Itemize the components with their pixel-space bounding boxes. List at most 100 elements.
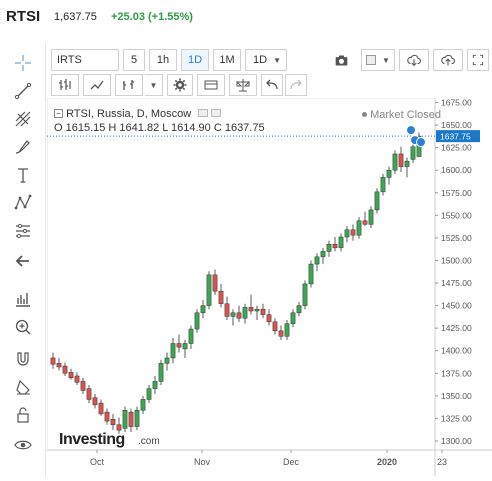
- settings-icon[interactable]: [167, 74, 193, 96]
- candle-body: [200, 305, 206, 314]
- interval-1h[interactable]: 1h: [149, 49, 177, 71]
- chart-layout-icon[interactable]: [8, 286, 38, 312]
- legend-collapse-icon[interactable]: −: [54, 109, 63, 118]
- trendline-icon[interactable]: [8, 78, 38, 104]
- legend-close-icon[interactable]: [211, 109, 222, 117]
- candle-body: [260, 308, 266, 315]
- indicator-icon[interactable]: [115, 74, 143, 96]
- candle-body: [80, 381, 86, 391]
- candle-body: [68, 372, 74, 379]
- interval-1m[interactable]: 1M: [213, 49, 241, 71]
- redo-icon[interactable]: [285, 74, 307, 96]
- chevron-down-icon: ▼: [382, 55, 390, 65]
- price-tick-label: 1375.00: [441, 368, 472, 378]
- price-tick-label: 1500.00: [441, 255, 472, 265]
- candle-body: [344, 229, 350, 238]
- price-tick-label: 1675.00: [441, 98, 472, 108]
- chart-toolbar: IRTS 5 1h 1D 1M 1D ▼ ▼: [47, 46, 492, 74]
- interval-dropdown[interactable]: 1D ▼: [245, 49, 287, 71]
- status-dot-icon: [362, 112, 367, 117]
- investing-logo: Investing: [59, 431, 125, 448]
- candle-body: [410, 146, 416, 160]
- interval-1d[interactable]: 1D: [181, 49, 209, 71]
- text-icon[interactable]: [8, 162, 38, 188]
- candle-body: [350, 229, 356, 236]
- back-arrow-icon[interactable]: [8, 248, 38, 274]
- time-tick-label: Dec: [283, 457, 300, 467]
- bar-type-icon[interactable]: [51, 74, 79, 96]
- line-type-icon[interactable]: [83, 74, 111, 96]
- price-chart[interactable]: 1675.00 1650.00 1625.00 1600.00 1575.00 1550.…: [46, 97, 492, 476]
- candle-body: [194, 312, 200, 330]
- legend-settings-icon[interactable]: [198, 109, 209, 117]
- candle-body: [146, 388, 152, 400]
- fib-icon[interactable]: [8, 106, 38, 132]
- price-tick-label: 1600.00: [441, 165, 472, 175]
- brush-icon[interactable]: [8, 134, 38, 160]
- legend-title: RTSI, Russia, D, Moscow: [66, 108, 192, 120]
- plot-frame: [46, 97, 436, 451]
- time-tick-label: 2020: [377, 457, 397, 467]
- candle-body: [302, 283, 308, 306]
- candle-body: [176, 343, 182, 348]
- symbol-title: RTSI: [6, 8, 41, 25]
- event-marker-icon: [406, 125, 416, 136]
- template-icon[interactable]: [197, 74, 225, 96]
- candle-body: [134, 410, 140, 427]
- ohlc-values: O 1615.15 H 1641.82 L 1614.90 C 1637.75: [54, 122, 265, 134]
- cloud-down-icon[interactable]: [399, 49, 429, 71]
- balance-icon[interactable]: [229, 74, 257, 96]
- candle-body: [206, 274, 212, 306]
- eye-icon[interactable]: [8, 432, 38, 458]
- zoom-icon[interactable]: [8, 314, 38, 340]
- candle-body: [386, 169, 392, 178]
- candle-body: [266, 314, 272, 323]
- symbol-input[interactable]: IRTS: [51, 49, 119, 71]
- candle-body: [278, 330, 284, 337]
- candle-body: [248, 307, 254, 312]
- drawing-toolbar: [0, 44, 46, 476]
- candle-body: [56, 363, 62, 368]
- price-tick-label: 1625.00: [441, 143, 472, 153]
- chart-canvas[interactable]: 1675.00 1650.00 1625.00 1600.00 1575.00 1550.…: [46, 97, 492, 476]
- candle-body: [272, 321, 278, 332]
- chevron-down-icon[interactable]: ▼: [145, 74, 163, 96]
- price-tick-label: 1550.00: [441, 210, 472, 220]
- candle-body: [392, 153, 398, 171]
- candle-body: [50, 357, 56, 365]
- market-status: Market Closed: [362, 109, 441, 121]
- candle-body: [110, 419, 116, 425]
- candle-body: [356, 220, 362, 236]
- cloud-up-icon[interactable]: [433, 49, 463, 71]
- price-tick-label: 1575.00: [441, 188, 472, 198]
- investing-logo-suffix: .com: [138, 436, 160, 447]
- undo-icon[interactable]: [261, 74, 283, 96]
- last-price-label: 1637.75: [440, 132, 471, 142]
- time-tick-label: Nov: [194, 457, 211, 467]
- candle-body: [128, 411, 134, 427]
- price-tick-label: 1350.00: [441, 391, 472, 401]
- magnet-icon[interactable]: [8, 346, 38, 372]
- candle-body: [284, 323, 290, 337]
- candle-body: [218, 290, 224, 305]
- candle-body: [242, 307, 248, 319]
- candle-body: [224, 303, 230, 317]
- candle-body: [98, 402, 104, 415]
- price-tick-label: 1300.00: [441, 436, 472, 446]
- price-tick-label: 1425.00: [441, 323, 472, 333]
- eraser-icon[interactable]: [8, 374, 38, 400]
- quote-header: RTSI 1,637.75 +25.03 (+1.55%): [0, 0, 492, 36]
- fullscreen-icon[interactable]: [467, 49, 489, 71]
- camera-icon[interactable]: [329, 49, 353, 71]
- measure-icon[interactable]: [8, 218, 38, 244]
- candle-body: [62, 365, 68, 374]
- interval-5[interactable]: 5: [123, 49, 145, 71]
- lock-icon[interactable]: [8, 402, 38, 428]
- candle-body: [236, 312, 242, 319]
- pattern-icon[interactable]: [8, 190, 38, 216]
- price-tick-label: 1650.00: [441, 120, 472, 130]
- price-tick-label: 1450.00: [441, 301, 472, 311]
- square-icon[interactable]: ▼: [361, 49, 395, 71]
- crosshair-icon[interactable]: [8, 50, 38, 76]
- candle-body: [362, 220, 368, 225]
